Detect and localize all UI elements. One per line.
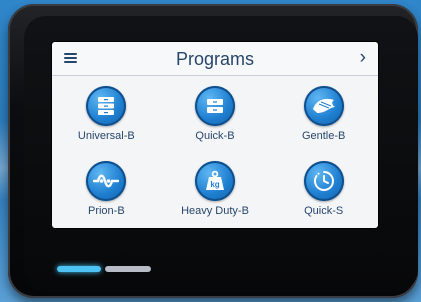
program-quick-s-button[interactable]: Quick-S (269, 152, 378, 227)
program-heavy-duty-b-button[interactable]: kg Heavy Duty-B (161, 152, 270, 227)
prion-program-icon (86, 161, 127, 201)
page-title: Programs (175, 49, 255, 69)
page-indicator-active[interactable] (57, 266, 101, 272)
program-label: Quick-B (195, 130, 235, 142)
program-prion-b-button[interactable]: Prion-B (52, 152, 161, 227)
program-universal-b-button[interactable]: Universal-B (52, 77, 161, 152)
chevron-right-icon[interactable]: › (360, 47, 366, 69)
universal-program-icon (86, 86, 127, 126)
program-grid: Universal-B Quick-B Gentle-B Prion-B kg … (52, 77, 378, 227)
program-label: Quick-S (304, 205, 344, 217)
program-quick-b-button[interactable]: Quick-B (161, 77, 270, 152)
heavy-duty-program-icon: kg (194, 161, 235, 201)
program-label: Heavy Duty-B (181, 205, 249, 217)
program-gentle-b-button[interactable]: Gentle-B (269, 77, 378, 152)
top-bar: Programs › (52, 42, 378, 76)
kg-text: kg (210, 180, 219, 189)
quick-program-icon (194, 86, 235, 126)
program-label: Universal-B (77, 130, 135, 142)
quick-s-timer-icon (303, 161, 344, 201)
program-label: Prion-B (87, 205, 125, 217)
page-indicator-inactive[interactable] (105, 266, 151, 272)
touch-screen: Programs › Universal-B Quick-B Gentle-B … (52, 42, 378, 228)
program-label: Gentle-B (301, 130, 346, 142)
gentle-program-icon (303, 86, 344, 126)
